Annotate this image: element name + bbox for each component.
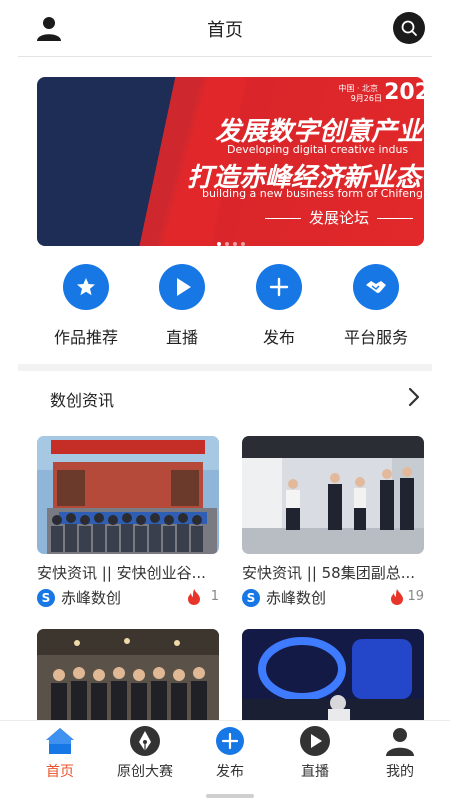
banner-year: 202	[384, 80, 424, 105]
search-icon	[401, 20, 417, 36]
play-circle-icon	[299, 725, 331, 757]
tab-live[interactable]: 直播	[270, 721, 360, 781]
tab-label: 首页	[46, 764, 74, 780]
plus-circle-icon	[214, 725, 246, 757]
banner-date: 9月26日	[350, 94, 382, 103]
play-icon	[177, 278, 191, 296]
news-card-author: 赤峰数创	[266, 589, 327, 607]
flame-icon	[188, 589, 200, 605]
news-card-image	[242, 629, 424, 721]
carousel-dot[interactable]	[217, 242, 221, 246]
quick-action-circle	[256, 264, 302, 310]
quick-action-circle	[353, 264, 399, 310]
home-icon	[44, 725, 76, 757]
chevron-right-icon[interactable]	[406, 386, 422, 408]
page-title: 首页	[207, 20, 243, 41]
banner-carousel[interactable]: 中国 · 北京 9月26日 202 发展数字创意产业 Developing di…	[37, 77, 424, 246]
section-separator	[18, 364, 432, 371]
carousel-dots	[217, 231, 249, 246]
banner-subline-2: building a new business form of Chifeng …	[202, 187, 424, 200]
quick-actions: 作品推荐 直播 发布 平台服务	[0, 264, 450, 354]
top-bar: 首页	[0, 0, 450, 57]
news-card-image	[37, 436, 219, 554]
news-card[interactable]: 安快资讯 || 安快创业谷... S 赤峰数创 1	[37, 436, 219, 609]
quick-action-circle	[159, 264, 205, 310]
tab-mine[interactable]: 我的	[355, 721, 445, 781]
news-card-meta: S 赤峰数创 19	[242, 587, 424, 609]
news-card[interactable]	[37, 629, 219, 721]
news-card-image	[37, 629, 219, 721]
news-card-author: 赤峰数创	[61, 589, 122, 607]
news-card-image	[242, 436, 424, 554]
tab-bar: 首页 原创大赛 发布 直播 我的	[0, 720, 450, 801]
pen-nib-icon	[129, 725, 161, 757]
section-title: 数创资讯	[50, 391, 115, 410]
brand-s-icon: S	[242, 589, 260, 607]
flame-icon	[391, 589, 403, 605]
handshake-icon	[366, 281, 386, 293]
carousel-dot[interactable]	[225, 242, 229, 246]
star-icon	[77, 278, 95, 296]
profile-icon	[384, 725, 416, 757]
tab-contest[interactable]: 原创大赛	[100, 721, 190, 781]
news-card-title: 安快资讯 || 58集团副总...	[242, 564, 416, 582]
tab-label: 直播	[301, 764, 329, 780]
banner-subline-1: Developing digital creative indus	[227, 143, 409, 156]
tab-home[interactable]: 首页	[15, 721, 105, 781]
tab-label: 我的	[386, 764, 414, 780]
quick-action-label: 直播	[165, 328, 198, 347]
tab-publish[interactable]: 发布	[185, 721, 275, 781]
news-card[interactable]: 安快资讯 || 58集团副总... S 赤峰数创 19	[242, 436, 424, 609]
banner-forum: 发展论坛	[257, 207, 421, 228]
quick-action-live[interactable]: 直播	[132, 264, 232, 348]
tab-label: 发布	[216, 764, 244, 780]
carousel-dot[interactable]	[241, 242, 245, 246]
quick-action-label: 平台服务	[343, 328, 408, 347]
news-card-meta: S 赤峰数创 1	[37, 587, 219, 609]
carousel-dot[interactable]	[233, 242, 237, 246]
tab-label: 原创大赛	[117, 764, 173, 780]
plus-icon	[269, 277, 289, 297]
home-indicator	[206, 794, 254, 798]
news-card[interactable]	[242, 629, 424, 721]
news-card-title: 安快资讯 || 安快创业谷...	[37, 564, 206, 582]
news-card-views: 19	[407, 589, 424, 604]
search-button[interactable]	[393, 12, 425, 44]
quick-action-publish[interactable]: 发布	[229, 264, 329, 348]
quick-action-label: 作品推荐	[53, 328, 118, 347]
quick-action-label: 发布	[262, 328, 295, 347]
news-card-views: 1	[210, 589, 219, 604]
quick-action-works[interactable]: 作品推荐	[36, 264, 136, 348]
header-divider	[18, 56, 432, 57]
quick-action-circle	[63, 264, 109, 310]
quick-action-service[interactable]: 平台服务	[326, 264, 426, 348]
brand-s-icon: S	[37, 589, 55, 607]
